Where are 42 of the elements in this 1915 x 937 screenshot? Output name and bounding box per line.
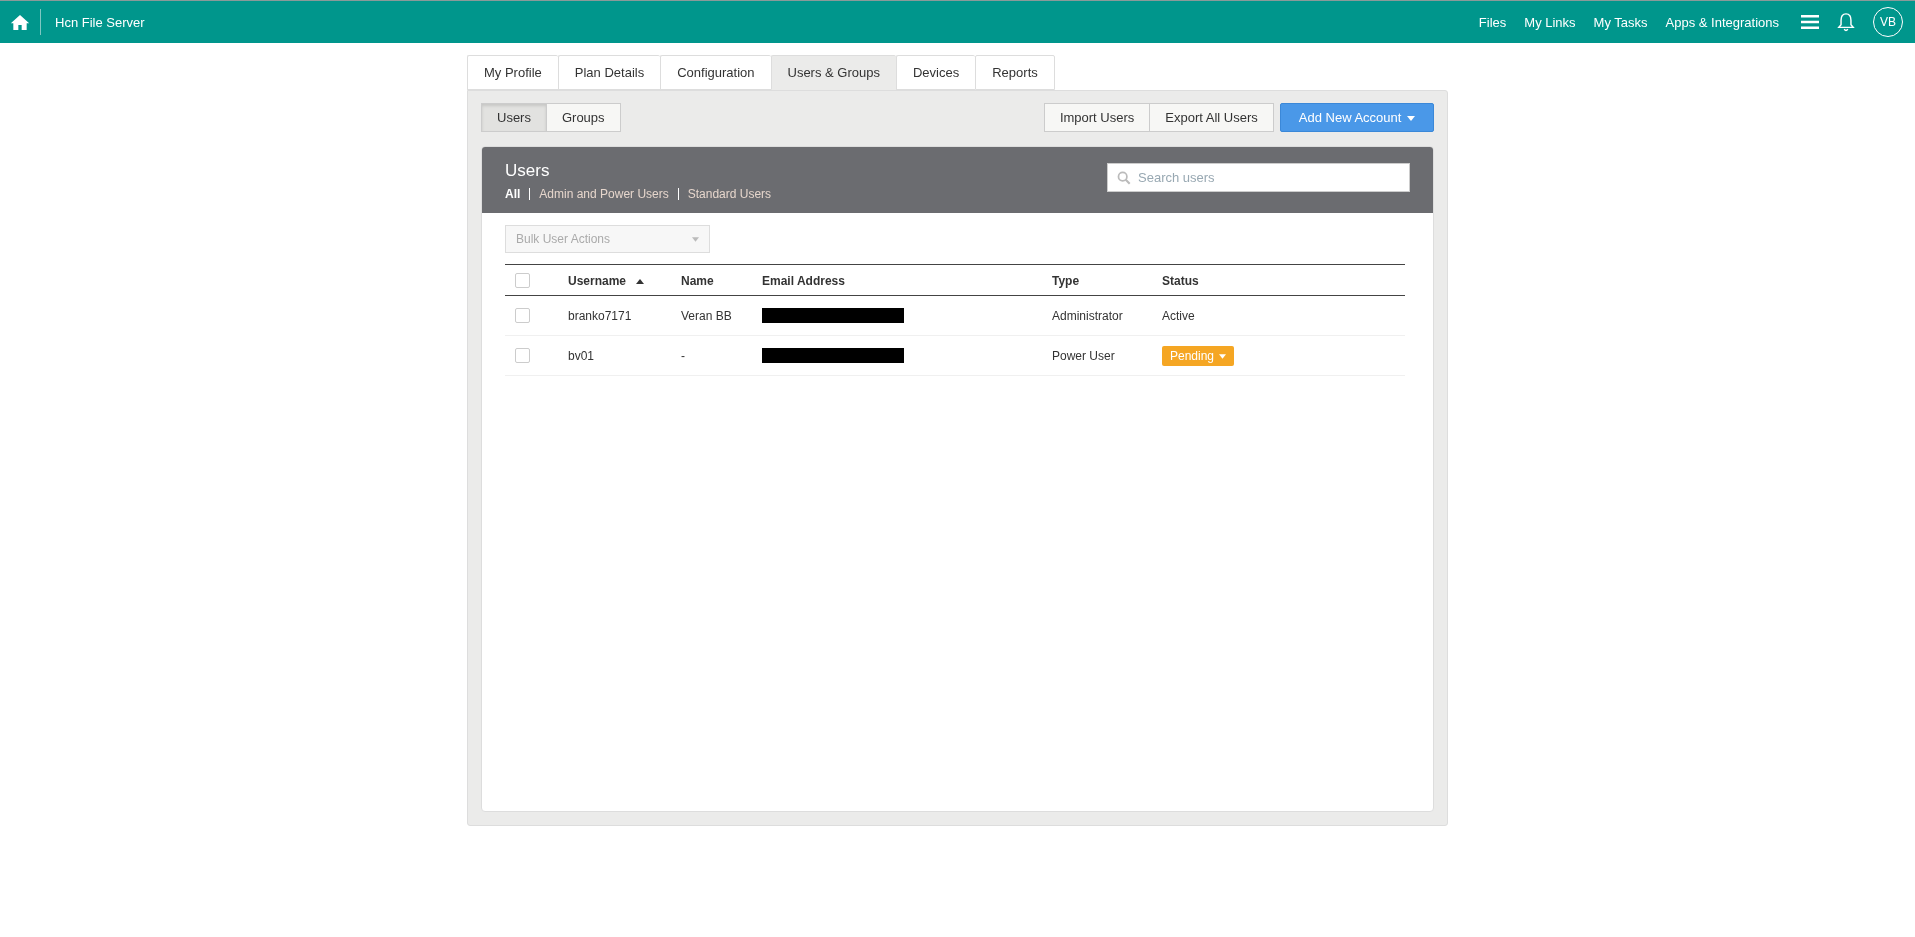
tab[interactable]: Devices	[896, 55, 976, 90]
bell-icon[interactable]	[1837, 12, 1855, 32]
filter-link[interactable]: All	[505, 187, 521, 201]
toggle-button[interactable]: Users	[481, 103, 547, 132]
type-cell: Power User	[1052, 348, 1115, 363]
nav-link[interactable]: My Links	[1524, 14, 1576, 30]
tab[interactable]: Plan Details	[557, 55, 661, 90]
row-checkbox[interactable]	[515, 348, 530, 364]
app-title: Hcn File Server	[55, 14, 145, 30]
menu-icon[interactable]	[1801, 15, 1819, 29]
select-all-checkbox[interactable]	[515, 273, 530, 289]
caret-icon	[1407, 116, 1415, 122]
home-icon[interactable]	[10, 13, 30, 31]
search-icon	[1117, 171, 1131, 185]
filter-link[interactable]: Admin and Power Users	[539, 187, 669, 201]
toggle-button[interactable]: Groups	[546, 103, 621, 132]
column-header[interactable]: Type	[1052, 273, 1080, 288]
panel-title: Users	[505, 161, 551, 181]
tab[interactable]: Reports	[975, 55, 1055, 90]
username-cell: bv01	[568, 348, 595, 363]
action-button[interactable]: Import Users	[1043, 103, 1151, 132]
search-field[interactable]: Search users	[1107, 163, 1410, 192]
column-header[interactable]: Status	[1162, 273, 1199, 288]
name-cell: Veran BB	[681, 308, 732, 323]
username-cell: branko7171	[568, 308, 632, 323]
column-header[interactable]: Name	[681, 273, 714, 288]
type-cell: Administrator	[1052, 308, 1123, 323]
status-text: Active	[1162, 308, 1195, 323]
tab[interactable]: Users & Groups	[770, 55, 896, 90]
tab[interactable]: Configuration	[660, 55, 771, 90]
caret-icon	[1219, 354, 1227, 360]
action-button[interactable]: Export All Users	[1150, 103, 1274, 132]
caret-icon	[692, 236, 699, 242]
nav-link[interactable]: My Tasks	[1593, 14, 1648, 30]
nav-link[interactable]: Files	[1478, 14, 1507, 30]
tab[interactable]: My Profile	[467, 55, 558, 90]
name-cell: -	[681, 348, 685, 363]
nav-link[interactable]: Apps & Integrations	[1665, 14, 1779, 30]
filter-link[interactable]: Standard Users	[687, 187, 772, 201]
column-header[interactable]: Username	[568, 273, 627, 288]
row-checkbox[interactable]	[515, 308, 530, 324]
column-header[interactable]: Email Address	[762, 273, 845, 288]
